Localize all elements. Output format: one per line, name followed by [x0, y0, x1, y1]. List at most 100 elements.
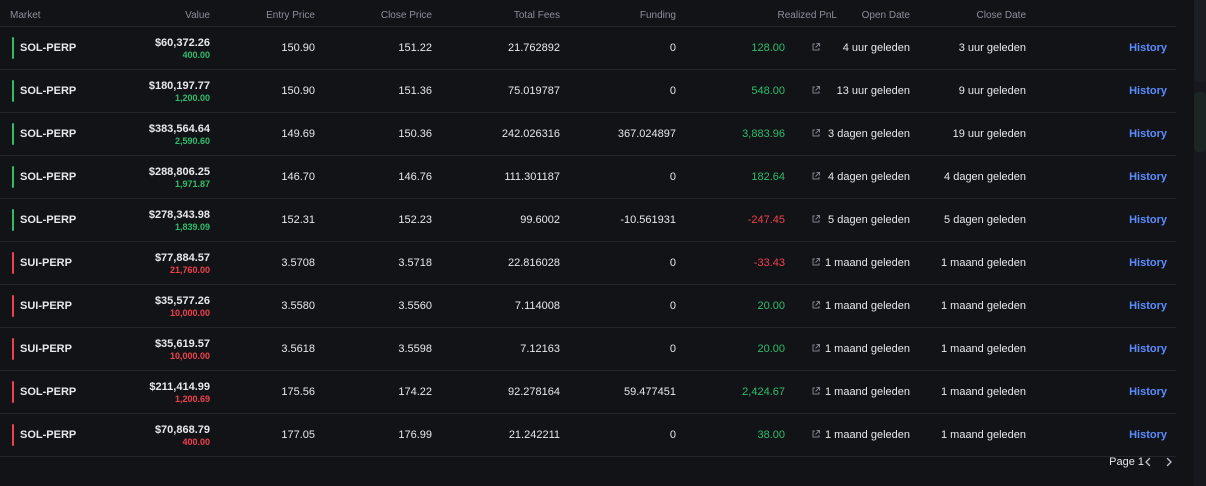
open-date: 13 uur geleden	[836, 85, 910, 97]
position-value: $60,372.26	[154, 37, 210, 49]
header-value: Value	[185, 10, 210, 21]
entry-price: 146.70	[281, 171, 315, 183]
side-indicator	[12, 209, 14, 231]
total-fees: 92.278164	[508, 386, 560, 398]
header-market: Market	[10, 10, 41, 21]
close-date: 1 maand geleden	[940, 429, 1026, 441]
history-link[interactable]: History	[1129, 85, 1167, 98]
position-size: 400.00	[182, 50, 210, 60]
close-date: 4 dagen geleden	[944, 171, 1026, 183]
trade-history-table: Market Value Entry Price Close Price Tot…	[0, 0, 1176, 457]
close-price: 3.5718	[398, 257, 432, 269]
position-value: $77,884.57	[154, 252, 210, 264]
realized-pnl: -33.43	[753, 257, 785, 269]
close-price: 150.36	[398, 128, 432, 140]
history-link[interactable]: History	[1129, 42, 1167, 55]
history-link[interactable]: History	[1129, 257, 1167, 270]
external-link-icon[interactable]	[811, 85, 821, 95]
table-row: SOL-PERP $180,197.77 1,200.00 150.90 151.36 7…	[0, 70, 1176, 113]
table-row: SOL-PERP $70,868.79 400.00 177.05 176.99 21.2…	[0, 414, 1176, 457]
trade-history-panel: Market Value Entry Price Close Price Tot…	[0, 0, 1206, 486]
market-name: SOL-PERP	[20, 85, 77, 97]
funding: 0	[669, 42, 676, 54]
close-date: 1 maand geleden	[940, 343, 1026, 355]
table-row: SUI-PERP $77,884.57 21,760.00 3.5708 3.5718 2…	[0, 242, 1176, 285]
total-fees: 7.12163	[520, 343, 560, 355]
realized-pnl: 20.00	[757, 343, 785, 355]
position-size: 21,760.00	[169, 265, 210, 275]
scrollbar-thumb[interactable]	[1194, 0, 1206, 82]
table-row: SOL-PERP $288,806.25 1,971.87 146.70 146.76 1…	[0, 156, 1176, 199]
market-name: SOL-PERP	[20, 42, 77, 54]
history-link[interactable]: History	[1129, 343, 1167, 356]
open-date: 1 maand geleden	[824, 386, 910, 398]
header-open-date: Open Date	[861, 10, 910, 21]
realized-pnl: -247.45	[747, 214, 785, 226]
position-size: 1,971.87	[174, 179, 210, 189]
table-row: SUI-PERP $35,577.26 10,000.00 3.5580 3.5560 7…	[0, 285, 1176, 328]
total-fees: 21.242211	[508, 429, 560, 441]
market-name: SOL-PERP	[20, 386, 77, 398]
market-name: SUI-PERP	[20, 257, 72, 269]
chevron-right-icon[interactable]	[1162, 455, 1176, 469]
close-date: 1 maand geleden	[940, 300, 1026, 312]
close-price: 174.22	[398, 386, 432, 398]
position-value: $35,577.26	[154, 295, 210, 307]
funding: 0	[669, 429, 676, 441]
position-value: $70,868.79	[154, 424, 210, 436]
close-price: 146.76	[398, 171, 432, 183]
close-price: 3.5598	[398, 343, 432, 355]
total-fees: 99.6002	[520, 214, 560, 226]
chevron-left-icon[interactable]	[1141, 455, 1155, 469]
external-link-icon[interactable]	[811, 343, 821, 353]
side-indicator	[12, 123, 14, 145]
close-date: 3 uur geleden	[958, 42, 1026, 54]
external-link-icon[interactable]	[811, 171, 821, 181]
history-link[interactable]: History	[1129, 300, 1167, 313]
external-link-icon[interactable]	[811, 257, 821, 267]
realized-pnl: 38.00	[757, 429, 785, 441]
external-link-icon[interactable]	[811, 429, 821, 439]
position-size: 1,200.69	[174, 394, 210, 404]
table-body: SOL-PERP $60,372.26 400.00 150.90 151.22 21.7…	[0, 27, 1176, 457]
market-name: SOL-PERP	[20, 128, 77, 140]
position-size: 1,839.09	[174, 222, 210, 232]
entry-price: 3.5580	[281, 300, 315, 312]
external-link-icon[interactable]	[811, 386, 821, 396]
close-price: 151.22	[398, 42, 432, 54]
close-date: 9 uur geleden	[958, 85, 1026, 97]
external-link-icon[interactable]	[811, 42, 821, 52]
total-fees: 242.026316	[501, 128, 560, 140]
funding: 59.477451	[624, 386, 676, 398]
funding: -10.561931	[620, 214, 676, 226]
total-fees: 75.019787	[508, 85, 560, 97]
history-link[interactable]: History	[1129, 386, 1167, 399]
total-fees: 7.114008	[514, 300, 560, 312]
table-header: Market Value Entry Price Close Price Tot…	[0, 0, 1176, 27]
realized-pnl: 2,424.67	[742, 386, 785, 398]
history-link[interactable]: History	[1129, 429, 1167, 442]
entry-price: 149.69	[281, 128, 315, 140]
position-value: $278,343.98	[148, 209, 210, 221]
close-date: 1 maand geleden	[940, 386, 1026, 398]
pagination-label: Page 1	[1109, 456, 1144, 468]
realized-pnl: 3,883.96	[742, 128, 785, 140]
header-close-price: Close Price	[380, 10, 432, 21]
position-value: $288,806.25	[148, 166, 210, 178]
external-link-icon[interactable]	[811, 128, 821, 138]
market-name: SUI-PERP	[20, 300, 72, 312]
realized-pnl: 20.00	[757, 300, 785, 312]
history-link[interactable]: History	[1129, 171, 1167, 184]
total-fees: 21.762892	[508, 42, 560, 54]
table-row: SOL-PERP $211,414.99 1,200.69 175.56 174.22 9…	[0, 371, 1176, 414]
table-row: SOL-PERP $278,343.98 1,839.09 152.31 152.23 9…	[0, 199, 1176, 242]
close-price: 176.99	[398, 429, 432, 441]
open-date: 1 maand geleden	[824, 429, 910, 441]
history-link[interactable]: History	[1129, 214, 1167, 227]
external-link-icon[interactable]	[811, 214, 821, 224]
table-row: SUI-PERP $35,619.57 10,000.00 3.5618 3.5598 7…	[0, 328, 1176, 371]
open-date: 1 maand geleden	[824, 257, 910, 269]
external-link-icon[interactable]	[811, 300, 821, 310]
history-link[interactable]: History	[1129, 128, 1167, 141]
total-fees: 111.301187	[504, 171, 560, 183]
